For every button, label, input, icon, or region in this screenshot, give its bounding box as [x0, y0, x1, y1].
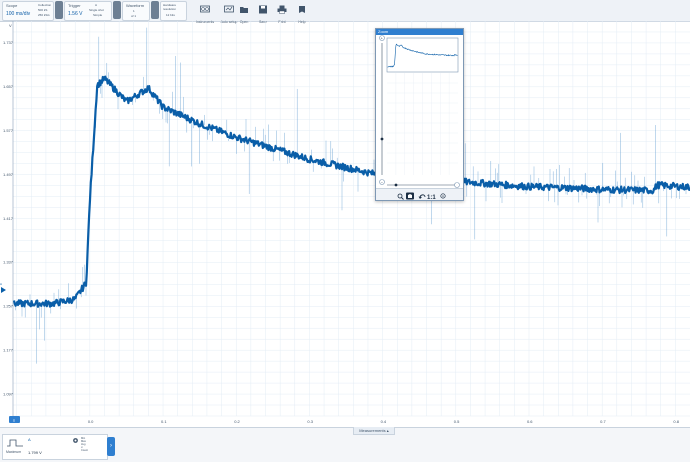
zoom-overview-window[interactable]: Zoom + − 1:1	[375, 28, 464, 201]
y-tick-label: 1.257	[3, 304, 14, 309]
instruments-button[interactable]: Instruments	[193, 1, 217, 24]
trigger-level[interactable]: 1.56 V	[68, 11, 82, 17]
waveform-spikes	[15, 27, 687, 364]
waveform-count: of 1	[131, 14, 137, 18]
x-tick-label: 0.7	[600, 419, 606, 424]
measurement-value: 1.799 V	[28, 450, 42, 455]
y-tick-label: 1.497	[3, 172, 14, 177]
sample-rate: 250 kS/s	[38, 13, 50, 17]
y-tick-label: 1.577	[3, 128, 14, 133]
waveform-title: Waveform	[126, 3, 145, 8]
save-icon	[259, 5, 267, 14]
samples-value[interactable]: 500 kS	[38, 8, 47, 12]
resolution-value[interactable]: 12 bits	[166, 13, 175, 17]
measurements-tab-label: Measurements	[359, 428, 386, 433]
y-tick-label: 1.737	[3, 40, 14, 45]
x-tick-label: 0.2	[234, 419, 240, 424]
trigger-edge[interactable]: Simple	[93, 13, 102, 17]
zoom-magnify-button[interactable]	[397, 193, 404, 200]
zoom-undo-button[interactable]	[418, 194, 426, 199]
x-unit-badge: s	[13, 418, 15, 423]
pulse-waveform-icon	[7, 439, 23, 447]
print-icon	[277, 5, 287, 14]
x-tick-label: 0.6	[527, 419, 533, 424]
x-tick-label: 0.5	[454, 419, 460, 424]
help-button[interactable]: Help	[290, 1, 314, 24]
y-tick-label: 1.337	[3, 260, 14, 265]
plot-grid	[13, 21, 690, 417]
waveform-control[interactable]: Waveform 1 of 1	[122, 1, 150, 21]
instruments-icon	[200, 5, 210, 13]
waveform-line	[12, 75, 690, 308]
zoom-vertical-thumb[interactable]	[380, 137, 384, 141]
zoom-ratio-button[interactable]: 1:1	[427, 195, 436, 201]
ruler-badge[interactable]: s	[9, 416, 20, 423]
zoom-tools: 1:1	[397, 192, 446, 201]
y-axis-unit: V	[9, 23, 12, 28]
add-measurement-button[interactable]: ›	[107, 437, 115, 456]
x-tick-label: 0.3	[307, 419, 313, 424]
resolution-toggle-button[interactable]	[151, 1, 159, 19]
x-tick-label: 0.0	[88, 419, 94, 424]
channel-marker[interactable]: A	[0, 282, 6, 293]
waveform-trace	[12, 27, 690, 364]
y-tick-label: 1.657	[3, 84, 14, 89]
zoom-toolbar: 1:1	[376, 188, 463, 201]
trigger-toggle-button[interactable]	[55, 1, 63, 19]
measurement-name: Maximum	[6, 450, 22, 454]
zoom-body: + −	[379, 35, 460, 188]
measurement-channel: A	[28, 437, 31, 442]
trigger-title: Trigger	[68, 3, 81, 8]
measurements-tab[interactable]: Measurements ▴	[353, 427, 395, 435]
scope-plot[interactable]: 1.737 1.657 1.577 1.497 1.417 1.337 1.257 1.177…	[0, 21, 690, 427]
zoom-hand-button[interactable]	[406, 192, 414, 200]
help-icon	[299, 6, 305, 13]
channel-badge: A	[0, 282, 2, 286]
trigger-control[interactable]: Trigger 1.56 V A Single shot Simple	[64, 1, 112, 21]
trigger-channel[interactable]: A	[95, 3, 97, 7]
scope-title: Scope	[6, 3, 18, 8]
magnify-icon	[397, 193, 403, 199]
y-tick-label: 1.177	[3, 347, 14, 352]
y-axis: 1.737 1.657 1.577 1.497 1.417 1.337 1.257 1.177…	[3, 21, 14, 416]
y-tick-label: 1.097	[3, 391, 14, 396]
open-icon	[240, 7, 248, 13]
chevron-up-icon: ▴	[386, 428, 389, 433]
zoom-horizontal-thumb[interactable]	[394, 183, 398, 187]
x-tick-label: 0.1	[161, 419, 167, 424]
stat-count: Count	[81, 449, 88, 452]
scope-timebase[interactable]: 100 ms/div	[6, 11, 30, 17]
x-axis: 0.0 0.1 0.2 0.3 0.4 0.5 0.6 0.7 0.8	[88, 419, 680, 424]
zoom-horizontal-plus-button[interactable]	[454, 182, 460, 188]
toolbar: Scope 100 ms/div Collection 500 kS 250 k…	[0, 0, 690, 24]
zoom-info-button[interactable]	[440, 193, 446, 199]
waveform-number[interactable]: 1	[133, 9, 135, 13]
y-unit-label: V	[9, 23, 12, 28]
x-tick-label: 0.8	[673, 419, 679, 424]
resolution-title: Hardware resolution	[163, 3, 177, 11]
collection-label: Collection	[38, 3, 52, 7]
resolution-control[interactable]: Hardware resolution 12 bits	[160, 1, 187, 21]
x-tick-label: 0.4	[381, 419, 387, 424]
y-tick-label: 1.417	[3, 216, 14, 221]
measurement-stats: Min Max Avg σ Count	[81, 437, 88, 452]
trigger-mode[interactable]: Single shot	[89, 8, 104, 12]
gear-icon[interactable]	[72, 437, 79, 444]
waveform-prev-button[interactable]	[113, 1, 121, 19]
measurement-card[interactable]: A Maximum 1.799 V Min Max Avg σ Count	[2, 434, 108, 460]
chevron-right-icon: ›	[110, 443, 112, 449]
scope-control[interactable]: Scope 100 ms/div Collection 500 kS 250 k…	[2, 1, 54, 21]
zoom-grid	[387, 73, 458, 175]
